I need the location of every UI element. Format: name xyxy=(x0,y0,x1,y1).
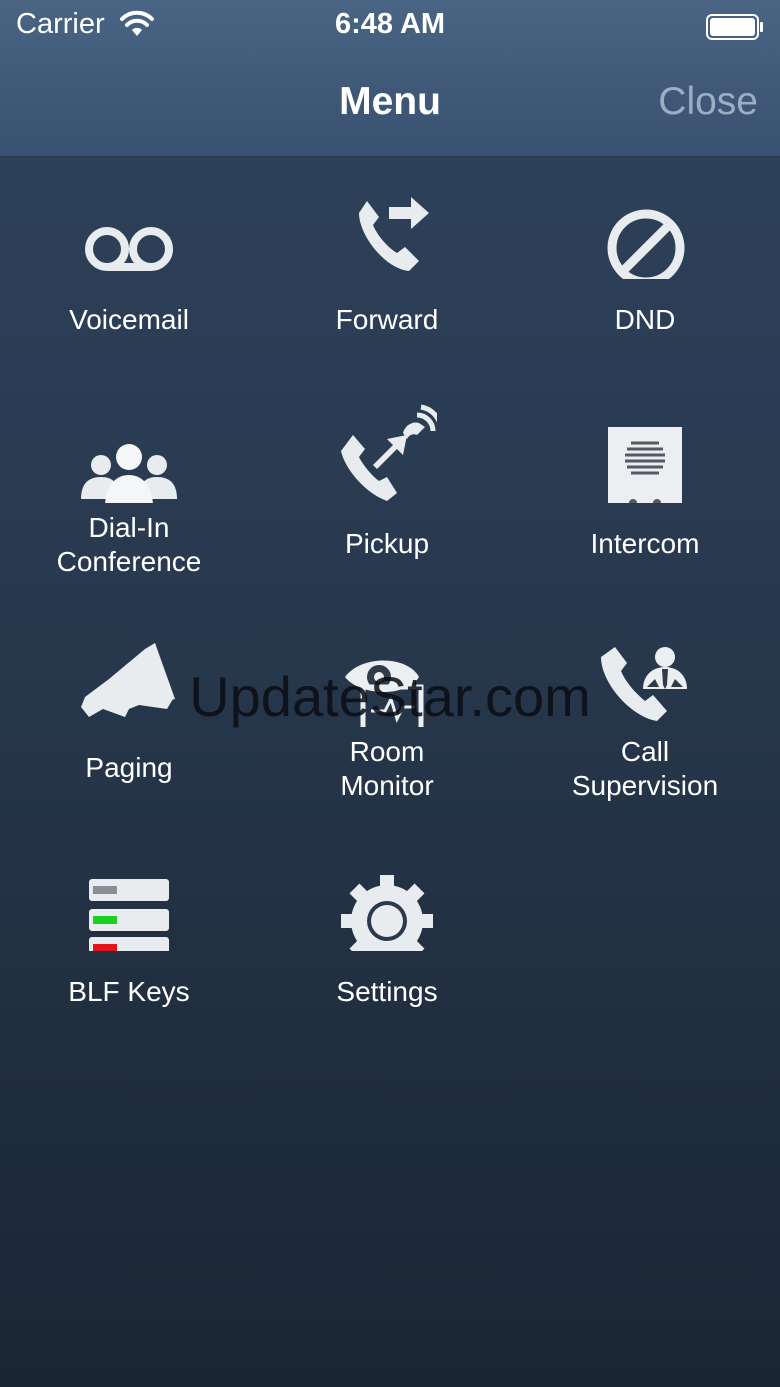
battery-icon xyxy=(706,14,763,40)
gear-icon xyxy=(341,875,433,951)
menu-item-label: Dial-In xyxy=(88,512,170,543)
menu-item-dnd[interactable]: DND xyxy=(516,157,774,381)
status-time: 6:48 AM xyxy=(334,8,446,40)
menu-item-label: Supervision xyxy=(571,770,719,801)
call-supervisor-icon xyxy=(601,647,687,721)
do-not-disturb-icon xyxy=(607,209,685,279)
menu-item-pickup[interactable]: Pickup xyxy=(258,381,516,605)
menu-item-settings[interactable]: Settings xyxy=(258,829,516,1053)
conference-people-icon xyxy=(81,444,177,503)
menu-item-label: Intercom xyxy=(590,528,700,559)
menu-item-voicemail[interactable]: Voicemail xyxy=(0,157,258,381)
call-pickup-icon xyxy=(341,404,437,501)
menu-item-label: Monitor xyxy=(340,770,434,801)
menu-item-blf-keys[interactable]: BLF Keys xyxy=(0,829,258,1053)
eye-monitor-icon xyxy=(345,660,424,727)
menu-item-label: Call xyxy=(620,736,670,767)
status-bar: Carrier 6:48 AM xyxy=(0,0,780,56)
call-forward-icon xyxy=(359,197,429,271)
nav-header: Carrier 6:48 AM Menu Close xyxy=(0,0,780,157)
menu-item-label: Pickup xyxy=(344,528,430,559)
megaphone-icon xyxy=(81,643,175,717)
close-button[interactable]: Close xyxy=(658,80,758,124)
menu-item-label: Voicemail xyxy=(69,304,189,335)
menu-item-paging[interactable]: Paging xyxy=(0,605,258,829)
menu-item-intercom[interactable]: Intercom xyxy=(516,381,774,605)
voicemail-icon xyxy=(85,227,173,271)
intercom-speaker-icon xyxy=(608,427,682,503)
menu-item-label: Settings xyxy=(336,976,438,1007)
menu-item-forward[interactable]: Forward xyxy=(258,157,516,381)
menu-item-room-monitor[interactable]: Room Monitor xyxy=(258,605,516,829)
menu-item-label: BLF Keys xyxy=(68,976,190,1007)
blf-keys-icon xyxy=(89,879,169,951)
menu-item-label: DND xyxy=(614,304,676,335)
menu-item-dial-in-conference[interactable]: Dial-In Conference xyxy=(0,381,258,605)
menu-item-label: Paging xyxy=(85,752,173,783)
menu-item-label: Room xyxy=(349,736,425,767)
menu-item-call-supervision[interactable]: Call Supervision xyxy=(516,605,774,829)
menu-item-label: Conference xyxy=(56,546,202,577)
menu-item-label: Forward xyxy=(335,304,439,335)
